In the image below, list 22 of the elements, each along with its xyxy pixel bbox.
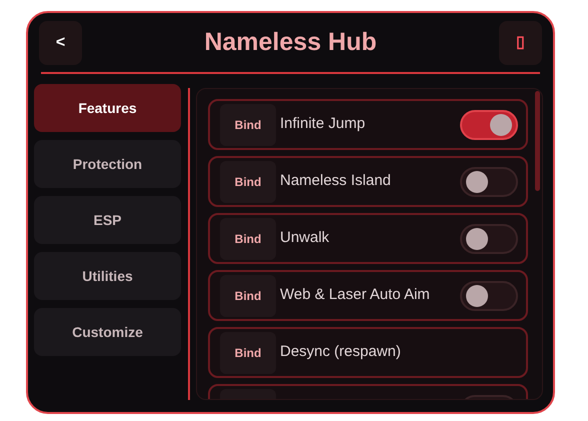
bind-button[interactable]: Bind	[220, 218, 276, 260]
sidebar-tab[interactable]: Utilities	[34, 252, 181, 300]
sidebar-tab[interactable]: ESP	[34, 196, 181, 244]
close-button[interactable]: ▯	[498, 21, 542, 65]
feature-label: Nameless Island	[280, 171, 392, 192]
bind-button[interactable]: Bind	[220, 160, 276, 202]
sidebar-tab[interactable]: Customize	[34, 308, 181, 356]
window-title: Nameless Hub	[204, 27, 377, 58]
feature-label: Desync (respawn)	[280, 342, 402, 362]
toggle-switch[interactable]	[460, 166, 518, 196]
bind-button[interactable]: Bind	[220, 332, 276, 374]
feature-label: Web & Laser Auto Aim	[280, 285, 431, 306]
bind-button[interactable]: Bind	[220, 274, 276, 316]
back-button[interactable]: <	[39, 21, 82, 65]
bind-button[interactable]: Bind	[220, 104, 276, 146]
sidebar-tab[interactable]: Protection	[34, 140, 181, 188]
feature-label: Unwalk	[280, 228, 330, 248]
feature-label: Infinite Jump	[280, 114, 366, 134]
sidebar-tab[interactable]: Features	[34, 84, 181, 132]
toggle-switch[interactable]	[460, 110, 518, 140]
toggle-switch[interactable]	[460, 280, 518, 310]
toggle-switch[interactable]	[460, 224, 518, 254]
